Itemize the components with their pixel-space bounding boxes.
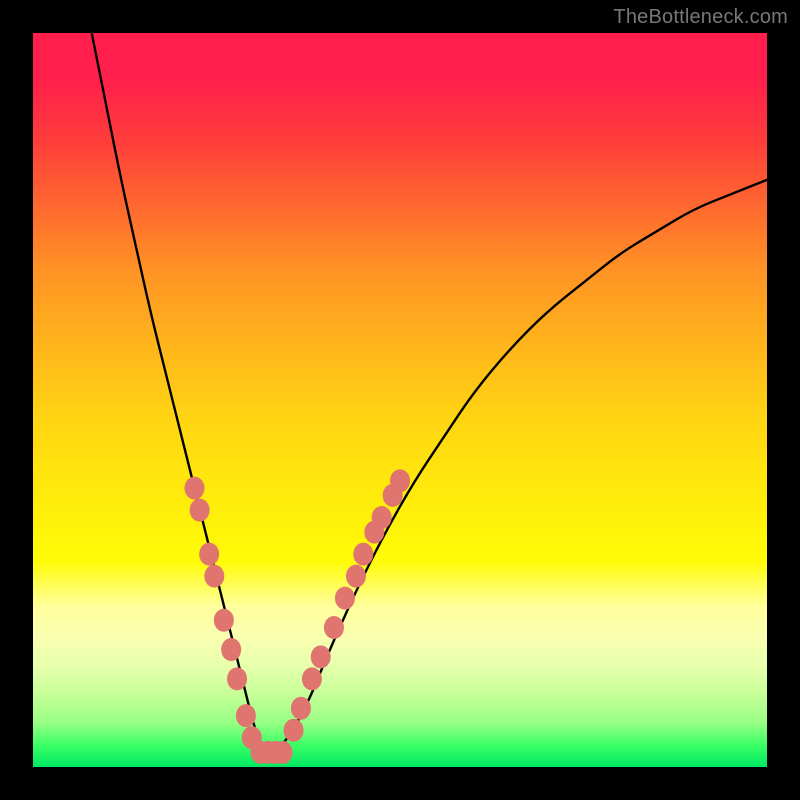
data-marker bbox=[236, 704, 256, 727]
data-markers bbox=[184, 469, 410, 764]
data-marker bbox=[227, 667, 247, 690]
data-marker bbox=[390, 469, 410, 492]
data-marker bbox=[273, 741, 293, 764]
data-marker bbox=[204, 565, 224, 588]
data-marker bbox=[311, 645, 331, 668]
data-marker bbox=[284, 719, 304, 742]
curve-layer bbox=[33, 33, 767, 767]
data-marker bbox=[346, 565, 366, 588]
curve-path bbox=[92, 33, 767, 752]
chart-frame: TheBottleneck.com bbox=[0, 0, 800, 800]
data-marker bbox=[190, 499, 210, 522]
data-marker bbox=[221, 638, 241, 661]
data-marker bbox=[372, 506, 392, 529]
watermark-text: TheBottleneck.com bbox=[613, 6, 788, 29]
data-marker bbox=[302, 667, 322, 690]
data-marker bbox=[214, 609, 234, 632]
data-marker bbox=[184, 477, 204, 500]
data-marker bbox=[335, 587, 355, 610]
bottleneck-curve bbox=[92, 33, 767, 752]
data-marker bbox=[291, 697, 311, 720]
plot-area bbox=[33, 33, 767, 767]
data-marker bbox=[199, 543, 219, 566]
data-marker bbox=[324, 616, 344, 639]
data-marker bbox=[353, 543, 373, 566]
